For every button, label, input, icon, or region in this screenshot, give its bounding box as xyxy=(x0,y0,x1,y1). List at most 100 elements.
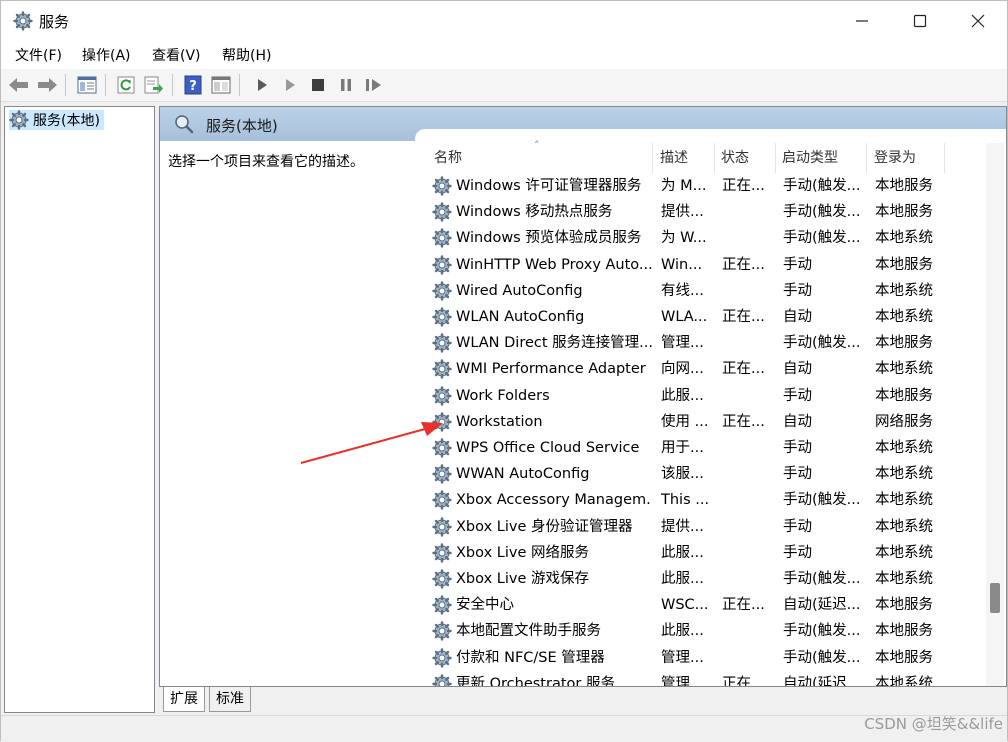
tab-standard[interactable]: 标准 xyxy=(209,687,251,712)
tree-item-services-local[interactable]: 服务(本地) xyxy=(9,110,104,130)
start-service-alt-button[interactable] xyxy=(278,73,302,97)
scrollbar-thumb[interactable] xyxy=(990,583,1000,613)
table-row[interactable]: Xbox Accessory Managem... This ... 手动(触发..… xyxy=(428,487,948,513)
table-row[interactable]: WLAN AutoConfig WLA... 正在... 自动 本地系统 xyxy=(428,304,948,330)
table-row[interactable]: Work Folders 此服... 手动 本地服务 xyxy=(428,383,948,409)
service-status: 正在... xyxy=(722,597,765,614)
service-description-cell: 该服... xyxy=(661,466,704,483)
gear-icon xyxy=(432,281,452,301)
properties-button[interactable] xyxy=(209,73,233,97)
column-header-log-on-as[interactable]: 登录为 xyxy=(874,146,916,170)
service-startup-type: 自动(延迟... xyxy=(783,675,861,687)
view-tabs: 扩展 标准 xyxy=(159,687,1007,713)
service-name: Workstation xyxy=(456,413,543,430)
status-bar xyxy=(1,715,1007,742)
service-name: WWAN AutoConfig xyxy=(456,466,590,483)
table-row[interactable]: Xbox Live 游戏保存 此服... 手动(触发... 本地系统 xyxy=(428,566,948,592)
service-description-cell: 此服... xyxy=(661,387,704,404)
table-row[interactable]: 安全中心 WSC... 正在... 自动(延迟... 本地服务 xyxy=(428,592,948,618)
help-button[interactable]: ? xyxy=(181,73,205,97)
start-service-button[interactable] xyxy=(250,73,274,97)
table-row[interactable]: 更新 Orchestrator 服务 管理... 正在... 自动(延迟... 本地系统 xyxy=(428,671,948,687)
service-log-on-as: 本地系统 xyxy=(875,492,933,509)
table-row[interactable]: Windows 许可证管理器服务 为 M... 正在... 手动(触发... 本地服务 xyxy=(428,173,948,199)
service-startup-type: 自动 xyxy=(783,309,812,325)
maximize-icon xyxy=(913,14,927,28)
service-startup-type: 手动(触发... xyxy=(783,571,861,587)
service-description-cell: 为 M... xyxy=(661,178,707,194)
service-log-on-as: 本地系统 xyxy=(875,230,933,247)
menu-help[interactable]: 帮助(H) xyxy=(222,45,271,65)
table-row[interactable]: Workstation 使用 ... 正在... 自动 网络服务 xyxy=(428,409,948,435)
column-header-startup-type[interactable]: 启动类型 xyxy=(782,146,838,170)
pause-service-button[interactable] xyxy=(334,73,358,97)
search-gear-icon xyxy=(175,115,194,134)
table-row[interactable]: WinHTTP Web Proxy Auto... Win... 正在... 手动 本地… xyxy=(428,252,948,278)
export-list-button[interactable] xyxy=(142,73,166,97)
table-row[interactable]: Windows 预览体验成员服务 为 W... 手动(触发... 本地系统 xyxy=(428,225,948,251)
service-startup-type: 手动(触发... xyxy=(783,230,861,247)
table-row[interactable]: Xbox Live 身份验证管理器 提供... 手动 本地系统 xyxy=(428,514,948,540)
watermark-text: CSDN @坦笑&&life xyxy=(864,715,1003,733)
service-log-on-as: 本地服务 xyxy=(875,204,933,221)
table-row[interactable]: Wired AutoConfig 有线... 手动 本地系统 xyxy=(428,278,948,304)
menu-view[interactable]: 查看(V) xyxy=(152,45,201,65)
service-log-on-as: 本地系统 xyxy=(875,571,933,587)
gear-icon xyxy=(432,176,452,196)
stop-service-button[interactable] xyxy=(306,73,330,97)
minimize-button[interactable] xyxy=(833,1,891,41)
table-row[interactable]: WPS Office Cloud Service 用于... 手动 本地系统 xyxy=(428,435,948,461)
service-name: 安全中心 xyxy=(456,597,514,614)
forward-button[interactable] xyxy=(35,73,59,97)
title-bar[interactable]: 服务 xyxy=(1,1,1007,41)
service-log-on-as: 本地系统 xyxy=(875,675,933,687)
service-description-cell: WLA... xyxy=(661,309,708,325)
resume-service-button[interactable] xyxy=(362,73,386,97)
service-name: Xbox Live 网络服务 xyxy=(456,544,589,561)
service-log-on-as: 网络服务 xyxy=(875,413,933,430)
service-description-cell: This ... xyxy=(661,492,710,509)
table-row[interactable]: Xbox Live 网络服务 此服... 手动 本地系统 xyxy=(428,540,948,566)
table-row[interactable]: 付款和 NFC/SE 管理器 管理... 手动(触发... 本地服务 xyxy=(428,645,948,671)
console-tree: 服务(本地) xyxy=(4,106,155,713)
menu-action[interactable]: 操作(A) xyxy=(82,45,131,65)
service-startup-type: 手动(触发... xyxy=(783,335,861,352)
service-name: Windows 移动热点服务 xyxy=(456,204,613,221)
maximize-button[interactable] xyxy=(891,1,949,41)
service-name: Xbox Live 游戏保存 xyxy=(456,571,589,587)
service-status: 正在... xyxy=(722,413,765,430)
table-row[interactable]: Windows 移动热点服务 提供... 手动(触发... 本地服务 xyxy=(428,199,948,225)
service-startup-type: 手动 xyxy=(783,256,812,273)
tab-extended[interactable]: 扩展 xyxy=(163,687,205,712)
gear-icon xyxy=(432,621,452,642)
pane-header-title: 服务(本地) xyxy=(206,117,278,135)
menu-file[interactable]: 文件(F) xyxy=(15,45,62,65)
gear-icon xyxy=(432,412,452,432)
gear-icon xyxy=(432,464,452,484)
service-log-on-as: 本地系统 xyxy=(875,361,933,378)
service-description-cell: 管理... xyxy=(661,335,704,352)
service-description-cell: WSC... xyxy=(661,597,709,614)
table-row[interactable]: WWAN AutoConfig 该服... 手动 本地系统 xyxy=(428,461,948,487)
column-header-description[interactable]: 描述 xyxy=(660,146,688,170)
vertical-scrollbar[interactable] xyxy=(986,143,1004,686)
service-name: 付款和 NFC/SE 管理器 xyxy=(456,649,605,666)
refresh-button[interactable] xyxy=(114,73,138,97)
close-button[interactable] xyxy=(949,1,1007,41)
column-header-status[interactable]: 状态 xyxy=(721,146,749,170)
service-name: WLAN AutoConfig xyxy=(456,309,585,325)
show-console-tree-button[interactable] xyxy=(75,73,99,97)
table-row[interactable]: WLAN Direct 服务连接管理... 管理... 手动(触发... 本地服务 xyxy=(428,330,948,356)
gear-icon xyxy=(9,110,29,130)
close-icon xyxy=(971,14,985,28)
service-description-cell: 有线... xyxy=(661,282,704,299)
table-row[interactable]: WMI Performance Adapter 向网... 正在... 自动 本地系统 xyxy=(428,356,948,382)
service-log-on-as: 本地服务 xyxy=(875,387,933,404)
table-row[interactable]: 本地配置文件助手服务 此服... 手动(触发... 本地服务 xyxy=(428,618,948,644)
service-startup-type: 手动 xyxy=(783,387,812,404)
back-button[interactable] xyxy=(7,73,31,97)
column-header-name[interactable]: 名称 xyxy=(434,146,462,170)
gear-icon xyxy=(432,516,452,537)
service-status: 正在... xyxy=(722,309,765,325)
console-tree-icon xyxy=(77,76,97,94)
